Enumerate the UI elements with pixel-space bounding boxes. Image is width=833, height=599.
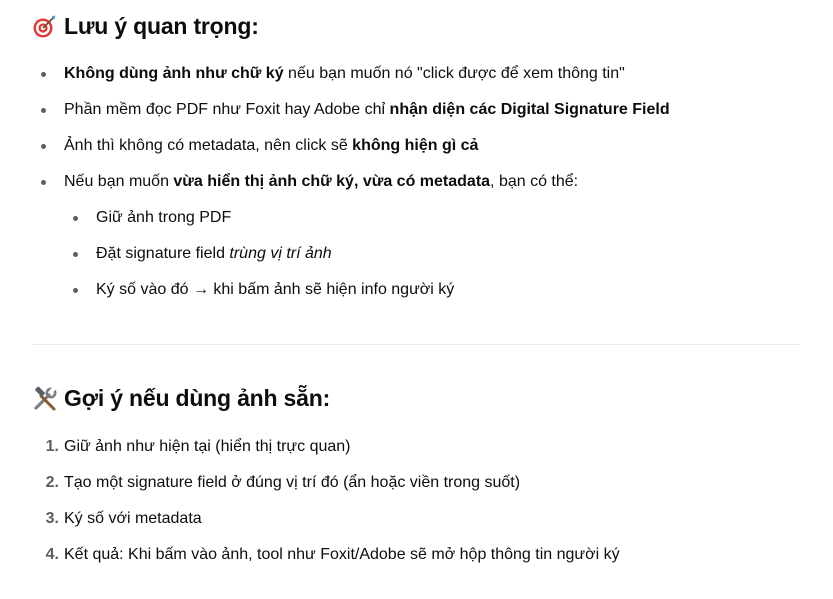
bullet-icon <box>73 252 78 257</box>
section-heading-important: Lưu ý quan trọng: <box>32 13 259 40</box>
numbered-list-item: 2. Tạo một signature field ở đúng vị trí… <box>45 474 521 491</box>
sub-list-item: Giữ ảnh trong PDF <box>73 208 231 228</box>
bullet-icon <box>73 288 78 293</box>
bullet-icon <box>41 180 46 185</box>
bullet-icon <box>41 108 46 113</box>
section-title: Gợi ý nếu dùng ảnh sẵn: <box>64 385 331 411</box>
bullet-icon <box>41 72 46 77</box>
list-item: Ảnh thì không có metadata, nên click sẽ … <box>41 136 478 156</box>
list-item: Nếu bạn muốn vừa hiển thị ảnh chữ ký, vừ… <box>41 172 578 192</box>
list-item: Phần mềm đọc PDF như Foxit hay Adobe chỉ… <box>41 100 670 120</box>
numbered-list-item: 3. Ký số với metadata <box>45 510 202 527</box>
sub-list-item: Ký số vào đó → khi bấm ảnh sẽ hiện info … <box>73 280 454 300</box>
tools-icon <box>34 385 57 410</box>
target-icon <box>33 15 56 37</box>
section-title: Lưu ý quan trọng: <box>64 13 259 39</box>
sub-list-item: Đặt signature field trùng vị trí ảnh <box>73 244 332 264</box>
list-item: Không dùng ảnh như chữ ký nếu bạn muốn n… <box>41 64 625 84</box>
section-heading-suggestions: Gợi ý nếu dùng ảnh sẵn: <box>32 385 330 412</box>
section-divider <box>32 344 800 345</box>
numbered-list-item: 4. Kết quả: Khi bấm vào ảnh, tool như Fo… <box>45 546 620 563</box>
bullet-icon <box>41 144 46 149</box>
numbered-list-item: 1. Giữ ảnh như hiện tại (hiển thị trực q… <box>45 438 351 455</box>
bullet-icon <box>73 216 78 221</box>
